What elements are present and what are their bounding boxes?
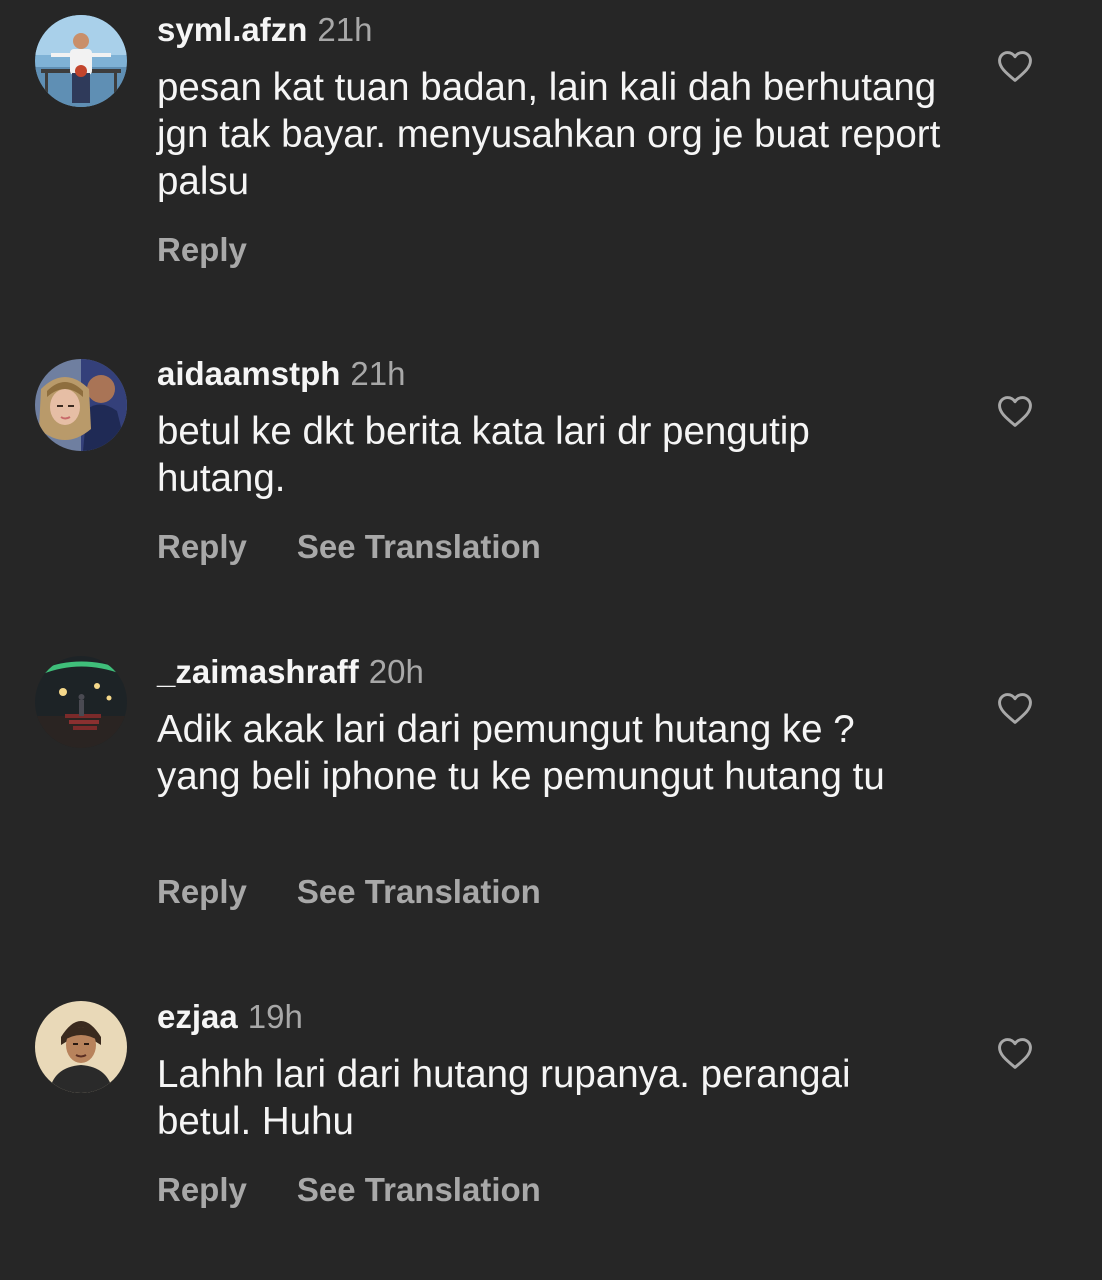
avatar[interactable] xyxy=(35,15,127,107)
see-translation-button[interactable]: See Translation xyxy=(297,873,541,910)
comment-text: Adik akak lari dari pemungut hutang ke ?… xyxy=(157,708,885,798)
comment-actions: Reply See Translation xyxy=(157,1170,541,1210)
avatar[interactable] xyxy=(35,656,127,748)
comment-username[interactable]: aidaamstph xyxy=(157,355,340,392)
comment-actions: Reply See Translation xyxy=(157,872,541,912)
comment-header: syml.afzn 21h xyxy=(157,10,372,50)
comment-header: ezjaa 19h xyxy=(157,997,303,1037)
comment-text: Lahhh lari dari hutang rupanya. perangai… xyxy=(157,1053,851,1143)
comment-header: _zaimashraff 20h xyxy=(157,652,424,692)
like-button[interactable] xyxy=(996,394,1034,428)
like-button[interactable] xyxy=(996,49,1034,83)
comment-username[interactable]: ezjaa xyxy=(157,998,238,1035)
heart-outline-icon xyxy=(998,693,1032,724)
reply-button[interactable]: Reply xyxy=(157,873,247,910)
see-translation-button[interactable]: See Translation xyxy=(297,1171,541,1208)
comment-text: betul ke dkt berita kata lari dr penguti… xyxy=(157,410,810,500)
comment-username[interactable]: syml.afzn xyxy=(157,11,307,48)
comment-time: 21h xyxy=(350,355,406,392)
comment-header: aidaamstph 21h xyxy=(157,354,405,394)
comment-username[interactable]: _zaimashraff xyxy=(157,653,359,690)
comment-actions: Reply See Translation xyxy=(157,527,541,567)
like-button[interactable] xyxy=(996,1036,1034,1070)
heart-outline-icon xyxy=(998,396,1032,427)
comment-actions: Reply xyxy=(157,230,247,270)
comment-time: 21h xyxy=(317,11,373,48)
comment-time: 20h xyxy=(368,653,424,690)
reply-button[interactable]: Reply xyxy=(157,231,247,268)
reply-button[interactable]: Reply xyxy=(157,1171,247,1208)
avatar[interactable] xyxy=(35,1001,127,1093)
comment-text: pesan kat tuan badan, lain kali dah berh… xyxy=(157,66,941,203)
see-translation-button[interactable]: See Translation xyxy=(297,528,541,565)
comment-time: 19h xyxy=(247,998,303,1035)
heart-outline-icon xyxy=(998,51,1032,82)
reply-button[interactable]: Reply xyxy=(157,528,247,565)
heart-outline-icon xyxy=(998,1038,1032,1069)
like-button[interactable] xyxy=(996,691,1034,725)
avatar[interactable] xyxy=(35,359,127,451)
